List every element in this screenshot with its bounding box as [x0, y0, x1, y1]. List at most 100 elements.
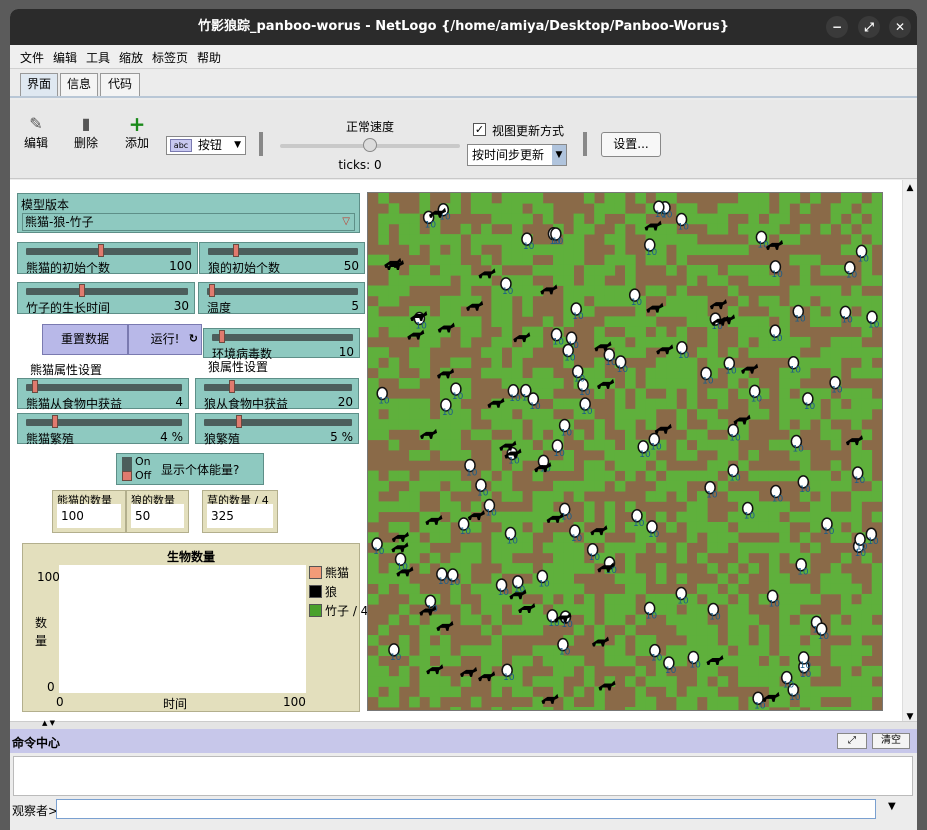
- panda-energy-label: 10: [378, 397, 390, 407]
- slider-initial-pandas[interactable]: 熊猫的初始个数 100: [17, 242, 198, 275]
- maximize-button[interactable]: ⤢: [858, 16, 880, 38]
- switch-knob[interactable]: [122, 471, 132, 481]
- button-widget-icon: abc: [170, 139, 192, 152]
- slider-track[interactable]: [26, 288, 188, 295]
- chooser-value[interactable]: 熊猫-狼-竹子 ▽: [22, 213, 355, 231]
- panda-energy-label: 10: [460, 527, 472, 537]
- panda-energy-label: 10: [772, 494, 784, 504]
- panda-agent: 10: [790, 434, 804, 455]
- settings-button[interactable]: 设置...: [601, 132, 661, 157]
- panda-energy-label: 10: [633, 519, 645, 529]
- menu-file[interactable]: 文件: [20, 49, 44, 66]
- observer-label[interactable]: 观察者>: [12, 802, 58, 819]
- slider-track[interactable]: [207, 288, 358, 295]
- history-dropdown-icon[interactable]: ▼: [888, 801, 896, 812]
- interface-panel: 模型版本 熊猫-狼-竹子 ▽ 熊猫的初始个数 100 狼的初始个数 50 竹子的…: [10, 180, 917, 725]
- panda-energy-label: 10: [452, 392, 464, 402]
- panda-energy-label: 10: [677, 596, 689, 606]
- x-tick-min: 0: [56, 695, 64, 709]
- panda-agent: 10: [586, 543, 600, 563]
- popout-icon[interactable]: ⤢: [837, 733, 867, 749]
- menu-edit[interactable]: 编辑: [53, 49, 77, 66]
- plus-icon: +: [128, 112, 146, 136]
- panda-energy-label: 10: [548, 619, 560, 629]
- slider-initial-wolves[interactable]: 狼的初始个数 50: [199, 242, 365, 275]
- panel-splitter[interactable]: ▲ ▼: [10, 719, 917, 729]
- slider-bamboo-growth[interactable]: 竹子的生长时间 30: [17, 282, 195, 315]
- menu-tabs[interactable]: 标签页: [152, 49, 188, 66]
- go-button[interactable]: 运行! ↻: [128, 324, 202, 355]
- delete-button[interactable]: ▮ 删除: [66, 114, 106, 151]
- view-updates-checkbox[interactable]: ✓: [473, 123, 486, 136]
- slider-wolf-gain[interactable]: 狼从食物中获益 20: [195, 378, 359, 411]
- world-view[interactable]: 10 10 10 10 10 10 10 10 10 10 10 10 10 10 10 10 10 10 10 10…: [367, 192, 883, 711]
- slider-panda-gain[interactable]: 熊猫从食物中获益 4: [17, 378, 189, 411]
- slider-label: 狼繁殖: [204, 432, 241, 446]
- legend-item: 狼: [309, 584, 368, 603]
- legend-item: 竹子 / 4: [309, 603, 368, 622]
- update-mode-select[interactable]: 按时间步更新 ▼: [467, 144, 567, 166]
- clear-button[interactable]: 清空: [872, 733, 910, 749]
- show-energy-switch[interactable]: On Off 显示个体能量?: [116, 453, 264, 485]
- menu-help[interactable]: 帮助: [197, 49, 221, 66]
- slider-knob[interactable]: [236, 415, 242, 428]
- slider-track[interactable]: [204, 384, 352, 391]
- model-version-chooser[interactable]: 模型版本 熊猫-狼-竹子 ▽: [17, 193, 360, 233]
- tab-code[interactable]: 代码: [100, 73, 140, 96]
- close-button[interactable]: ✕: [889, 16, 911, 38]
- slider-knob[interactable]: [98, 244, 104, 257]
- slider-panda-reproduce[interactable]: 熊猫繁殖 4 %: [17, 413, 189, 446]
- slider-track[interactable]: [208, 248, 358, 255]
- slider-knob[interactable]: [219, 330, 225, 343]
- menu-tools[interactable]: 工具: [86, 49, 110, 66]
- panda-energy-label: 10: [564, 354, 576, 364]
- panda-energy-label: 10: [771, 334, 783, 344]
- scroll-up-icon[interactable]: ▲: [903, 183, 917, 193]
- minimize-button[interactable]: −: [826, 16, 848, 38]
- speed-slider-knob[interactable]: [363, 138, 377, 152]
- panda-energy-label: 10: [856, 542, 868, 552]
- edit-button[interactable]: ✎ 编辑: [16, 114, 56, 151]
- panda-energy-label: 10: [854, 476, 866, 486]
- toolbar-divider: [259, 132, 263, 156]
- setup-button[interactable]: 重置数据: [42, 324, 128, 355]
- forever-icon: ↻: [188, 332, 198, 345]
- slider-track[interactable]: [26, 384, 182, 391]
- tab-info[interactable]: 信息: [60, 73, 98, 96]
- collapse-arrows-icon[interactable]: ▲ ▼: [42, 719, 55, 727]
- slider-track[interactable]: [212, 334, 353, 341]
- widget-type-select[interactable]: abc 按钮 ▼: [166, 136, 246, 155]
- panda-energy-label: 10: [804, 402, 816, 412]
- menu-zoom[interactable]: 缩放: [119, 49, 143, 66]
- slider-track[interactable]: [204, 419, 352, 426]
- x-axis-label: 时间: [163, 697, 188, 711]
- add-button[interactable]: + 添加: [117, 114, 157, 151]
- vertical-scrollbar[interactable]: ▲ ▼: [902, 180, 917, 725]
- slider-wolf-reproduce[interactable]: 狼繁殖 5 %: [195, 413, 359, 446]
- panda-energy-label: 10: [646, 248, 658, 258]
- slider-knob[interactable]: [79, 284, 85, 297]
- command-center-title: 命令中心: [12, 736, 61, 750]
- menu-bar: 文件 编辑 工具 缩放 标签页 帮助: [10, 45, 917, 69]
- slider-virus-count[interactable]: 环境病毒数 10: [203, 328, 360, 361]
- slider-track[interactable]: [26, 419, 182, 426]
- slider-knob[interactable]: [209, 284, 215, 297]
- command-input[interactable]: [56, 799, 876, 819]
- slider-knob[interactable]: [32, 380, 38, 393]
- panda-energy-label: 10: [498, 588, 510, 598]
- slider-temperature[interactable]: 温度 5: [198, 282, 365, 315]
- panda-energy-label: 10: [702, 376, 714, 386]
- tab-interface[interactable]: 界面: [20, 73, 58, 96]
- world-canvas[interactable]: 10 10 10 10 10 10 10 10 10 10 10 10 10 10 10 10 10 10 10 10…: [368, 193, 882, 710]
- slider-knob[interactable]: [229, 380, 235, 393]
- panda-agent: 10: [495, 578, 510, 598]
- slider-track[interactable]: [26, 248, 191, 255]
- toolbar-divider: [583, 132, 587, 156]
- legend-label: 竹子 / 4: [325, 604, 369, 618]
- slider-value: 4 %: [160, 430, 183, 444]
- panda-energy-label: 10: [646, 611, 658, 621]
- panda-energy-label: 10: [846, 271, 858, 281]
- slider-knob[interactable]: [233, 244, 239, 257]
- panda-agent: 10: [649, 643, 663, 664]
- slider-knob[interactable]: [52, 415, 58, 428]
